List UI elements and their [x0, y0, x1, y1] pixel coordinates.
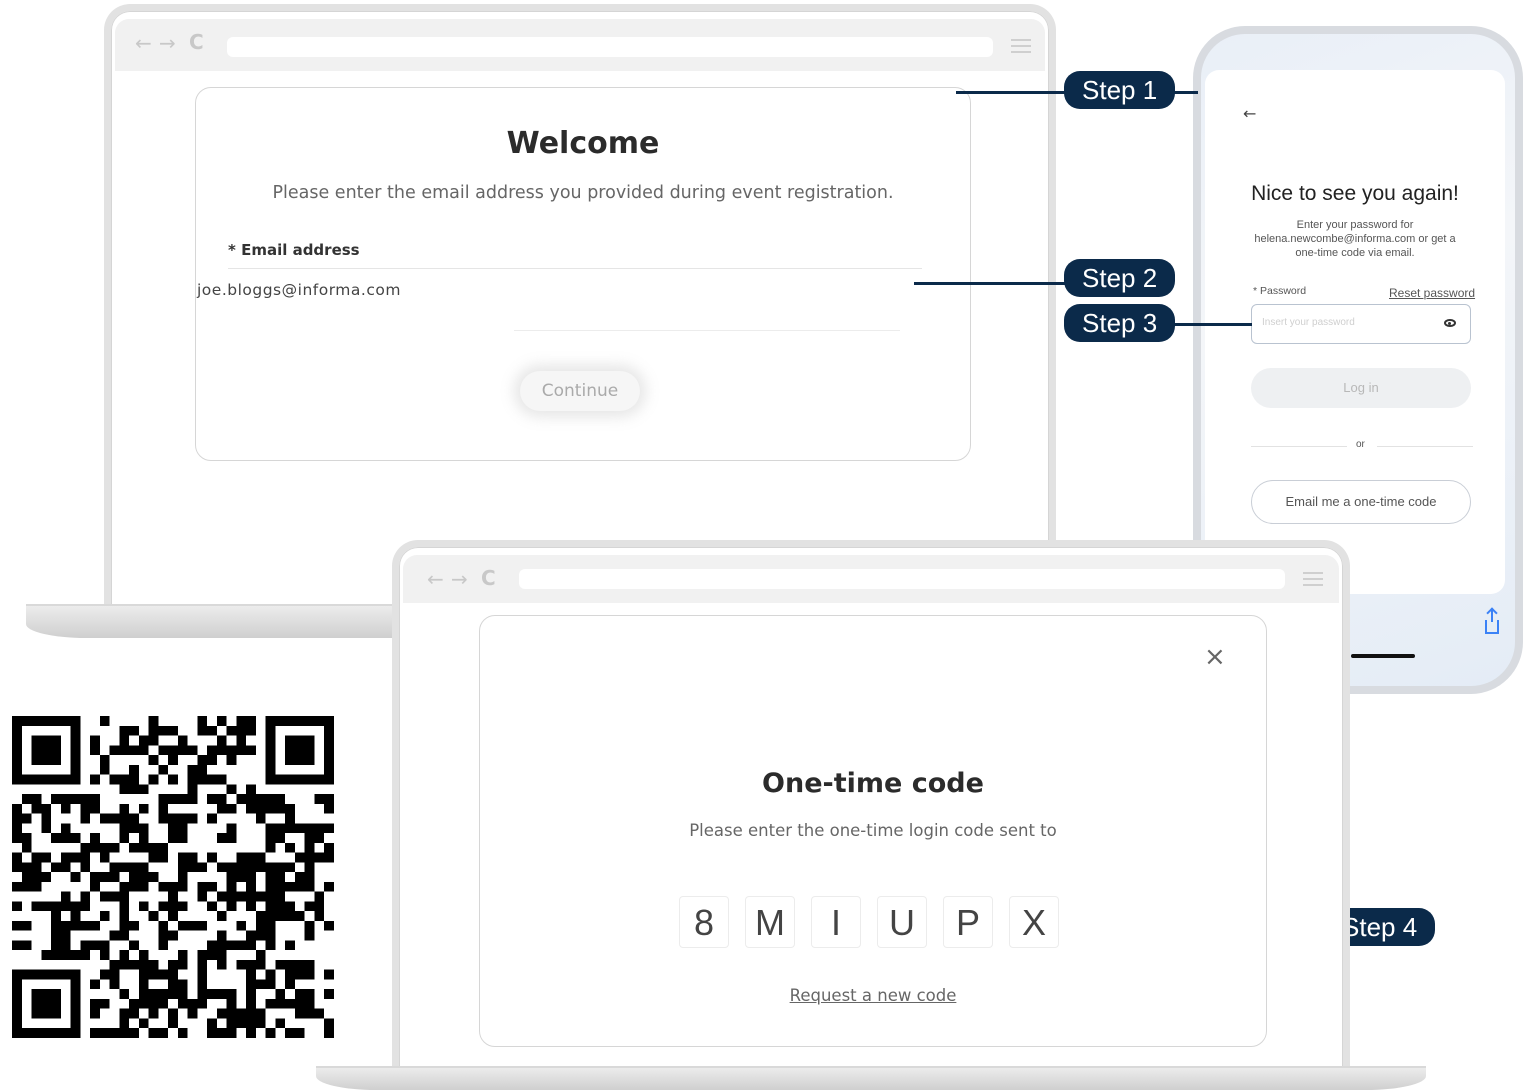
phone-title: Nice to see you again! — [1251, 182, 1459, 205]
welcome-card: Welcome Please enter the email address y… — [195, 87, 971, 461]
password-input[interactable]: Insert your password — [1251, 304, 1471, 344]
step-2-connector — [914, 282, 1068, 285]
step-3-connector — [1172, 323, 1252, 326]
forward-arrow-icon[interactable]: → — [451, 567, 468, 591]
reload-icon[interactable]: C — [189, 30, 204, 54]
eye-icon[interactable] — [1444, 319, 1456, 327]
hamburger-menu-icon[interactable] — [1303, 572, 1323, 586]
code-digit-6[interactable]: X — [1009, 896, 1059, 948]
step-1-badge: Step 1 — [1064, 71, 1176, 109]
browser-toolbar: ← → C — [115, 19, 1045, 71]
hamburger-menu-icon[interactable] — [1011, 39, 1031, 53]
back-arrow-icon[interactable]: ← — [135, 31, 152, 55]
address-bar[interactable] — [227, 37, 993, 57]
laptop-1-screen: ← → C Welcome Please enter the email add… — [104, 4, 1056, 608]
login-button[interactable]: Log in — [1251, 368, 1471, 408]
step-1-connector-right — [1172, 91, 1198, 94]
code-digit-1[interactable]: 8 — [679, 896, 729, 948]
step-3-badge: Step 3 — [1064, 304, 1176, 342]
password-label: * Password — [1253, 285, 1307, 297]
browser-toolbar: ← → C — [403, 555, 1339, 603]
code-digit-4[interactable]: U — [877, 896, 927, 948]
welcome-subtitle: Please enter the email address you provi… — [272, 183, 894, 203]
code-digit-5[interactable]: P — [943, 896, 993, 948]
phone-subtitle-1: Enter your password for — [1296, 219, 1414, 231]
or-divider-right — [1377, 446, 1473, 447]
otc-card: × One-time code Please enter the one-tim… — [479, 615, 1267, 1047]
email-label: * Email address — [228, 241, 360, 259]
password-placeholder: Insert your password — [1262, 317, 1355, 328]
close-icon[interactable]: × — [1204, 642, 1226, 672]
phone-subtitle-3: one-time code via email. — [1295, 247, 1415, 259]
share-icon[interactable] — [1485, 610, 1499, 634]
reload-icon[interactable]: C — [481, 566, 496, 590]
laptop-2-base — [316, 1066, 1426, 1090]
back-arrow-icon[interactable]: ← — [1243, 104, 1256, 123]
email-divider — [228, 268, 922, 269]
or-label: or — [1356, 439, 1365, 450]
code-digit-2[interactable]: M — [745, 896, 795, 948]
reset-password-link[interactable]: Reset password — [1389, 286, 1475, 300]
back-arrow-icon[interactable]: ← — [427, 567, 444, 591]
laptop-2-screen: ← → C × One-time code Please enter the o… — [392, 540, 1350, 1074]
email-otc-button[interactable]: Email me a one-time code — [1251, 480, 1471, 524]
email-underline — [514, 330, 900, 331]
or-divider-left — [1251, 446, 1347, 447]
qr-code — [12, 716, 334, 1038]
address-bar[interactable] — [519, 569, 1285, 589]
laptop-1-base — [26, 604, 446, 638]
phone-login-panel: ← Nice to see you again! Enter your pass… — [1205, 70, 1505, 594]
request-new-code-link[interactable]: Request a new code — [480, 986, 1266, 1005]
otc-subtitle: Please enter the one-time login code sen… — [689, 821, 1057, 840]
email-field[interactable]: joe.bloggs@informa.com — [197, 281, 401, 299]
step-1-connector — [956, 91, 1068, 94]
home-indicator — [1351, 654, 1415, 658]
otc-title: One-time code — [762, 768, 984, 799]
code-digit-3[interactable]: I — [811, 896, 861, 948]
continue-button[interactable]: Continue — [520, 371, 640, 411]
phone-subtitle-2: helena.newcombe@informa.com or get a — [1254, 233, 1456, 245]
step-2-badge: Step 2 — [1064, 259, 1176, 297]
welcome-title: Welcome — [506, 126, 660, 161]
forward-arrow-icon[interactable]: → — [159, 31, 176, 55]
